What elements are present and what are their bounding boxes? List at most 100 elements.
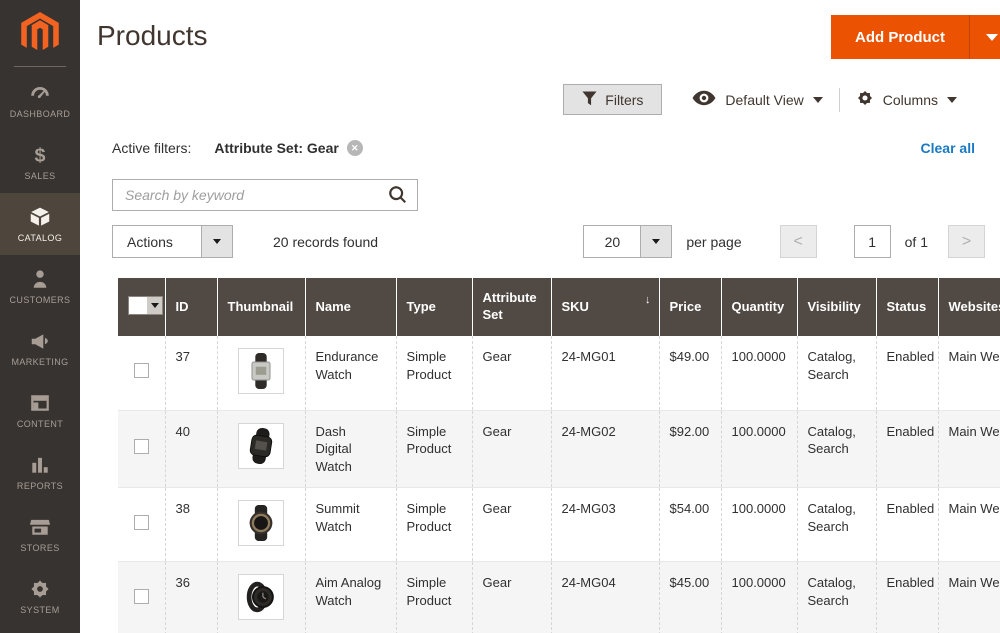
cell-name: Dash Digital Watch <box>305 410 396 488</box>
product-thumbnail-aim-analog-watch[interactable] <box>238 574 284 620</box>
sidebar-item-sales[interactable]: $ SALES <box>0 131 80 193</box>
cell-visibility: Catalog, Search <box>797 410 876 488</box>
sidebar-item-label: CUSTOMERS <box>10 295 71 305</box>
cell-visibility: Catalog, Search <box>797 488 876 562</box>
active-filters-label: Active filters: <box>112 140 191 156</box>
cell-quantity: 100.0000 <box>721 488 797 562</box>
column-header-attribute-set[interactable]: Attribute Set <box>472 278 551 336</box>
sidebar-item-system[interactable]: SYSTEM <box>0 565 80 627</box>
column-header-thumbnail[interactable]: Thumbnail <box>217 278 305 336</box>
cell-type: Simple Product <box>396 336 472 410</box>
search-box <box>112 179 418 211</box>
filters-label: Filters <box>605 92 643 108</box>
table-row[interactable]: 38 Summit Watch Simple Product Gear 24-M… <box>118 488 1000 562</box>
sidebar-item-label: CATALOG <box>18 233 62 243</box>
gear-icon <box>856 89 874 110</box>
search-input[interactable] <box>112 179 418 211</box>
chevron-down-icon[interactable] <box>147 297 162 314</box>
layout-icon <box>29 392 51 414</box>
per-page-select[interactable]: 20 <box>583 225 672 258</box>
view-switcher[interactable]: Default View <box>676 90 838 109</box>
per-page-value: 20 <box>584 226 640 257</box>
column-header-type[interactable]: Type <box>396 278 472 336</box>
add-product-button[interactable]: Add Product <box>831 15 1000 59</box>
cell-attribute-set: Gear <box>472 488 551 562</box>
sidebar-item-customers[interactable]: CUSTOMERS <box>0 255 80 317</box>
cell-quantity: 100.0000 <box>721 336 797 410</box>
grid-controls: Actions 20 records found 20 per page < o… <box>80 225 1000 258</box>
product-thumbnail-dash-digital-watch[interactable] <box>238 423 284 469</box>
product-thumbnail-endurance-watch[interactable] <box>238 348 284 394</box>
per-page-label: per page <box>686 234 741 250</box>
page-number-input[interactable] <box>854 225 891 258</box>
cell-id: 40 <box>165 410 217 488</box>
column-header-price[interactable]: Price <box>659 278 721 336</box>
columns-label: Columns <box>883 92 938 108</box>
cell-status: Enabled <box>876 410 938 488</box>
column-header-visibility[interactable]: Visibility <box>797 278 876 336</box>
cell-websites: Main Website <box>938 488 1000 562</box>
table-row[interactable]: 40 Dash Digital Watch Simple Product Gea… <box>118 410 1000 488</box>
cell-sku: 24-MG02 <box>551 410 659 488</box>
chevron-down-icon[interactable] <box>201 226 232 257</box>
clear-all-link[interactable]: Clear all <box>921 140 975 156</box>
cell-visibility: Catalog, Search <box>797 336 876 410</box>
row-checkbox[interactable] <box>134 589 149 604</box>
sidebar-item-catalog[interactable]: CATALOG <box>0 193 80 255</box>
main-content: Products Add Product Filters Default Vie… <box>80 0 1000 633</box>
sidebar-item-label: CONTENT <box>17 419 63 429</box>
cell-name: Summit Watch <box>305 488 396 562</box>
sidebar-divider <box>14 66 66 67</box>
column-header-websites[interactable]: Websites <box>938 278 1000 336</box>
next-page-button[interactable]: > <box>948 225 985 258</box>
column-header-id[interactable]: ID <box>165 278 217 336</box>
row-checkbox[interactable] <box>134 363 149 378</box>
sidebar-item-label: REPORTS <box>17 481 63 491</box>
cell-sku: 24-MG03 <box>551 488 659 562</box>
actions-select[interactable]: Actions <box>112 225 233 258</box>
close-circle-icon[interactable]: ✕ <box>347 140 363 156</box>
column-header-sku[interactable]: SKU ↓ <box>551 278 659 336</box>
column-header-quantity[interactable]: Quantity <box>721 278 797 336</box>
sidebar-item-content[interactable]: CONTENT <box>0 379 80 441</box>
total-pages-label: of 1 <box>905 234 928 250</box>
grid-toolbar: Filters Default View Columns <box>80 84 1000 115</box>
magento-logo[interactable] <box>0 0 80 62</box>
cell-type: Simple Product <box>396 410 472 488</box>
cell-id: 37 <box>165 336 217 410</box>
active-filter-chip: Attribute Set: Gear <box>214 140 338 156</box>
row-checkbox[interactable] <box>134 515 149 530</box>
row-checkbox[interactable] <box>134 439 149 454</box>
cell-visibility: Catalog, Search <box>797 562 876 633</box>
search-icon[interactable] <box>388 185 408 205</box>
table-row[interactable]: 37 Endurance Watch Simple Product Gear 2… <box>118 336 1000 410</box>
sidebar-item-label: SALES <box>24 171 55 181</box>
column-header-name[interactable]: Name <box>305 278 396 336</box>
sidebar-item-label: SYSTEM <box>20 605 59 615</box>
records-count: 20 records found <box>273 234 378 250</box>
dollar-icon: $ <box>29 144 51 166</box>
cell-price: $54.00 <box>659 488 721 562</box>
storefront-icon <box>29 516 51 538</box>
sidebar-item-marketing[interactable]: MARKETING <box>0 317 80 379</box>
svg-text:$: $ <box>34 144 45 165</box>
select-all-checkbox[interactable] <box>128 296 163 315</box>
product-thumbnail-summit-watch[interactable] <box>238 500 284 546</box>
filters-button[interactable]: Filters <box>563 84 662 115</box>
columns-control[interactable]: Columns <box>840 89 973 110</box>
search-row <box>80 179 1000 211</box>
add-product-label: Add Product <box>831 15 969 59</box>
sidebar-item-label: DASHBOARD <box>10 109 71 119</box>
table-row[interactable]: 36 Aim Analog Watch Simple Product Gear … <box>118 562 1000 633</box>
cell-status: Enabled <box>876 336 938 410</box>
admin-sidebar: DASHBOARD $ SALES CATALOG CUSTOMERS MARK… <box>0 0 80 633</box>
sidebar-item-dashboard[interactable]: DASHBOARD <box>0 69 80 131</box>
sidebar-item-stores[interactable]: STORES <box>0 503 80 565</box>
cell-websites: Main Website <box>938 562 1000 633</box>
active-filters-bar: Active filters: Attribute Set: Gear ✕ Cl… <box>80 137 1000 159</box>
previous-page-button[interactable]: < <box>780 225 817 258</box>
column-header-status[interactable]: Status <box>876 278 938 336</box>
chevron-down-icon[interactable] <box>640 226 671 257</box>
add-product-dropdown-toggle[interactable] <box>969 15 1000 59</box>
sidebar-item-reports[interactable]: REPORTS <box>0 441 80 503</box>
